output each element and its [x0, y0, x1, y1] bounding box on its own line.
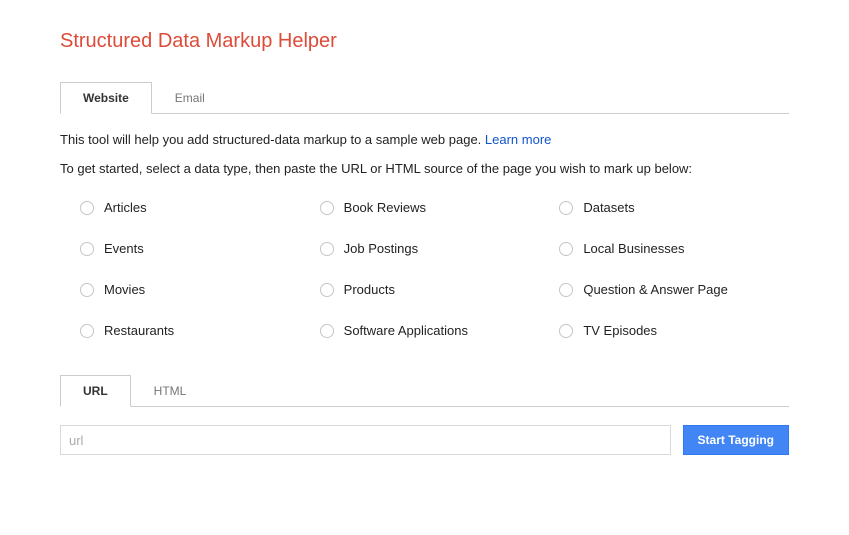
- tab-email[interactable]: Email: [152, 82, 228, 114]
- option-label: Local Businesses: [583, 241, 684, 256]
- option-label: Book Reviews: [344, 200, 426, 215]
- option-job-postings[interactable]: Job Postings: [320, 241, 550, 256]
- option-label: Question & Answer Page: [583, 282, 728, 297]
- start-tagging-button[interactable]: Start Tagging: [683, 425, 789, 455]
- option-software-apps[interactable]: Software Applications: [320, 323, 550, 338]
- option-book-reviews[interactable]: Book Reviews: [320, 200, 550, 215]
- learn-more-link[interactable]: Learn more: [485, 132, 551, 147]
- radio-icon: [80, 283, 94, 297]
- input-tab-bar: URL HTML: [60, 374, 789, 407]
- radio-icon: [559, 324, 573, 338]
- radio-icon: [80, 201, 94, 215]
- option-label: Datasets: [583, 200, 634, 215]
- option-label: Software Applications: [344, 323, 468, 338]
- data-type-options: Articles Book Reviews Datasets Events Jo…: [60, 200, 789, 338]
- option-label: Events: [104, 241, 144, 256]
- option-label: Job Postings: [344, 241, 418, 256]
- option-datasets[interactable]: Datasets: [559, 200, 789, 215]
- radio-icon: [320, 242, 334, 256]
- radio-icon: [80, 324, 94, 338]
- option-events[interactable]: Events: [80, 241, 310, 256]
- main-tab-bar: Website Email: [60, 81, 789, 114]
- radio-icon: [559, 283, 573, 297]
- radio-icon: [320, 201, 334, 215]
- option-label: TV Episodes: [583, 323, 657, 338]
- radio-icon: [559, 242, 573, 256]
- option-label: Products: [344, 282, 395, 297]
- tab-website[interactable]: Website: [60, 82, 152, 114]
- option-tv-episodes[interactable]: TV Episodes: [559, 323, 789, 338]
- input-row: Start Tagging: [60, 425, 789, 455]
- intro-text: This tool will help you add structured-d…: [60, 132, 789, 147]
- option-restaurants[interactable]: Restaurants: [80, 323, 310, 338]
- tab-html[interactable]: HTML: [131, 375, 210, 407]
- radio-icon: [320, 283, 334, 297]
- radio-icon: [559, 201, 573, 215]
- radio-icon: [80, 242, 94, 256]
- option-movies[interactable]: Movies: [80, 282, 310, 297]
- url-input[interactable]: [60, 425, 671, 455]
- option-qa-page[interactable]: Question & Answer Page: [559, 282, 789, 297]
- option-local-businesses[interactable]: Local Businesses: [559, 241, 789, 256]
- radio-icon: [320, 324, 334, 338]
- option-products[interactable]: Products: [320, 282, 550, 297]
- option-label: Articles: [104, 200, 147, 215]
- instruction-text: To get started, select a data type, then…: [60, 161, 789, 176]
- tab-url[interactable]: URL: [60, 375, 131, 407]
- page-title: Structured Data Markup Helper: [60, 30, 789, 53]
- option-articles[interactable]: Articles: [80, 200, 310, 215]
- option-label: Restaurants: [104, 323, 174, 338]
- intro-copy: This tool will help you add structured-d…: [60, 132, 485, 147]
- option-label: Movies: [104, 282, 145, 297]
